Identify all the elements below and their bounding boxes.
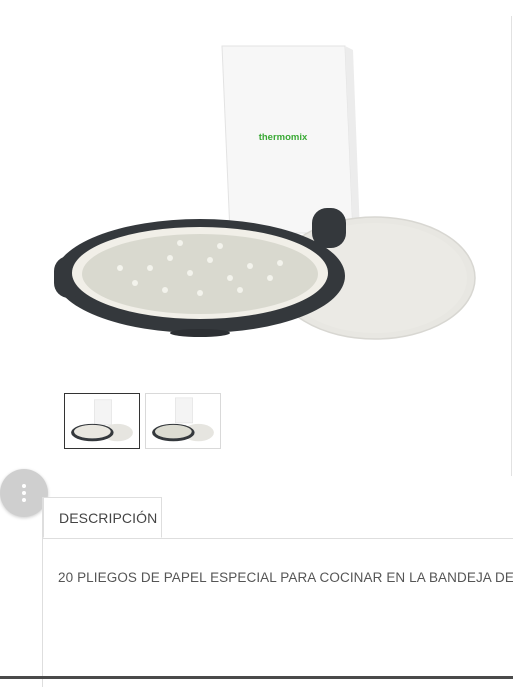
description-text: 20 PLIEGOS DE PAPEL ESPECIAL PARA COCINA… — [58, 570, 513, 585]
thumbnail-strip — [64, 393, 221, 449]
thermomix-logo: thermomix — [259, 132, 308, 143]
tab-descripcion[interactable]: DESCRIPCIÓN — [43, 497, 162, 538]
tabs-divider — [43, 538, 513, 539]
product-tabs: DESCRIPCIÓN — [42, 497, 513, 687]
thumbnail-2[interactable] — [145, 393, 221, 449]
product-main-image[interactable]: thermomix — [40, 28, 500, 368]
product-gallery: thermomix — [0, 0, 513, 480]
thumbnail-1-image — [71, 399, 133, 442]
more-vertical-icon — [22, 484, 26, 502]
thumbnail-2-image — [152, 397, 214, 442]
more-options-button[interactable] — [0, 469, 48, 517]
gallery-divider — [511, 16, 512, 476]
thumbnail-1[interactable] — [64, 393, 140, 449]
